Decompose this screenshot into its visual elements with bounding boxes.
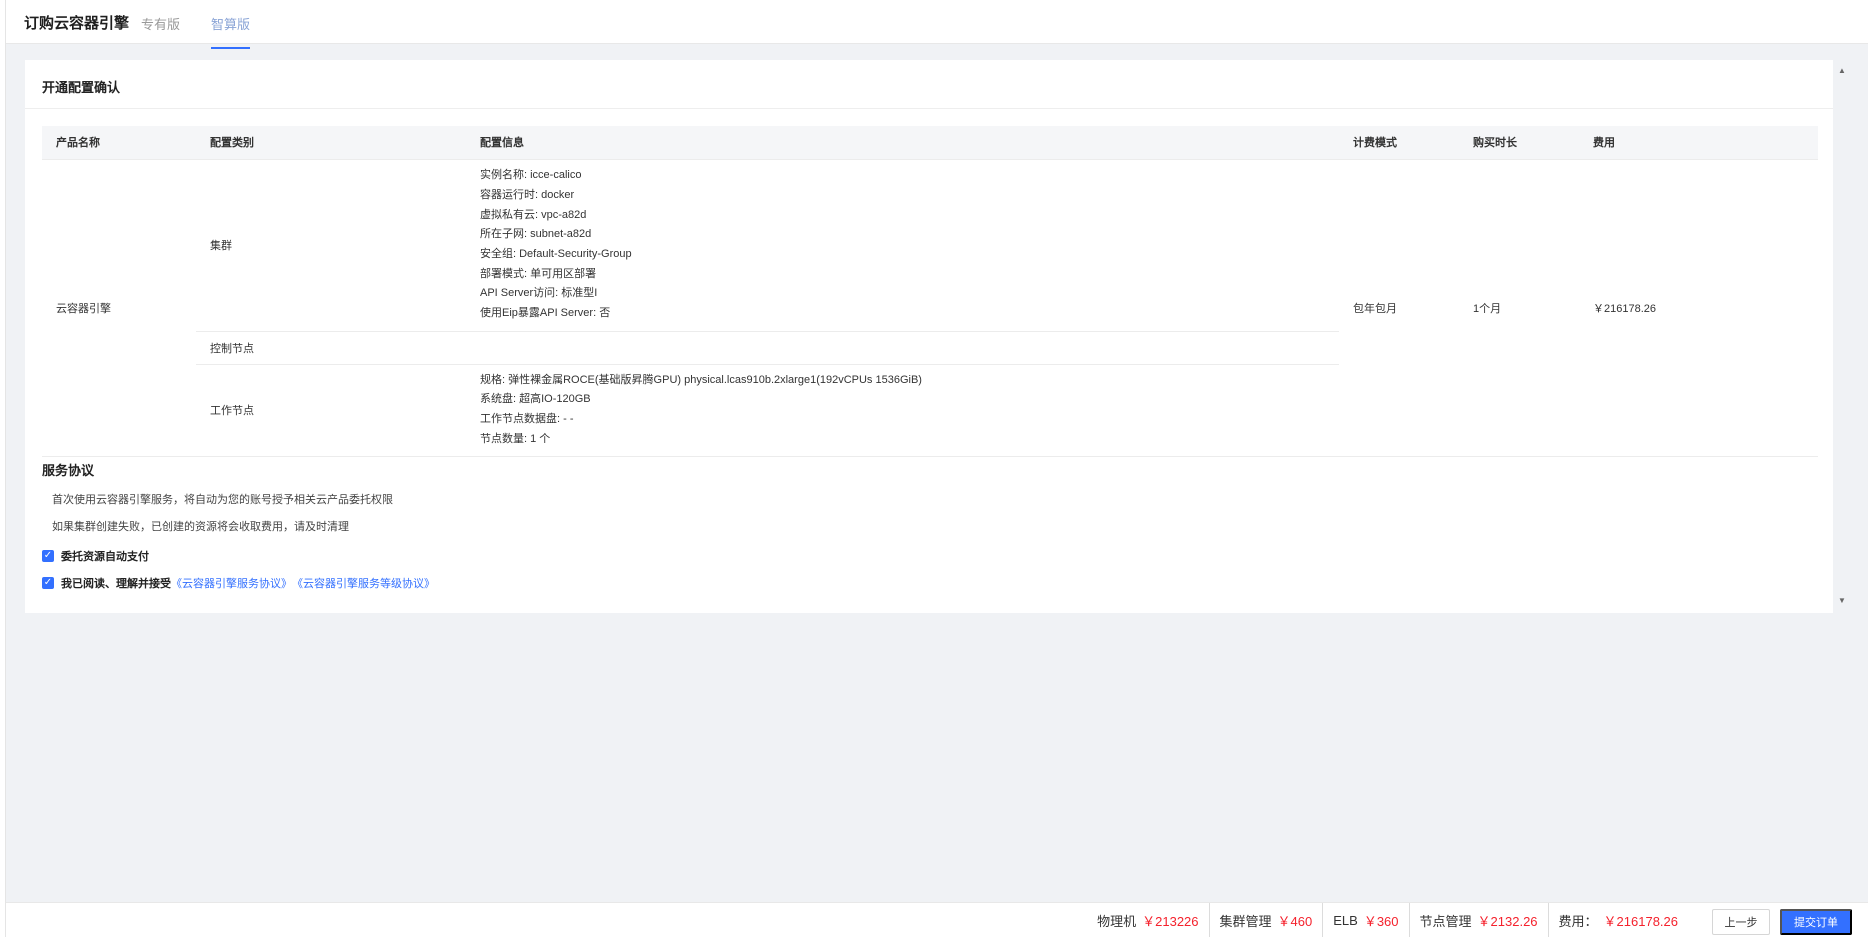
tab-intelligent-compute[interactable]: 智算版 bbox=[211, 14, 251, 49]
col-billing-mode: 计费模式 bbox=[1339, 126, 1459, 160]
page-title: 订购云容器引擎 bbox=[24, 15, 130, 32]
price-item-physical: 物理机 ￥213226 bbox=[1087, 903, 1208, 937]
info-line: 虚拟私有云: vpc-a82d bbox=[480, 208, 587, 221]
info-line: 部署模式: 单可用区部署 bbox=[480, 267, 597, 280]
price-label: 集群管理 bbox=[1219, 914, 1272, 929]
price-item-node-mgmt: 节点管理 ￥2132.26 bbox=[1408, 903, 1548, 937]
scroll-down-arrow-icon[interactable]: ▼ bbox=[1838, 596, 1848, 605]
duration-cell: 1个月 bbox=[1459, 159, 1579, 457]
footer-bar: 物理机 ￥213226 集群管理 ￥460 ELB ￥360 节点管理 ￥213… bbox=[6, 902, 1868, 937]
auto-pay-checkbox-row[interactable]: ✓ 委托资源自动支付 bbox=[42, 548, 149, 564]
col-config-category: 配置类别 bbox=[196, 126, 466, 160]
price-label: 费用： bbox=[1558, 914, 1598, 929]
price-value: ￥2132.26 bbox=[1477, 914, 1538, 929]
info-line: 实例名称: icce-calico bbox=[480, 169, 582, 182]
col-duration: 购买时长 bbox=[1459, 126, 1579, 160]
accept-agreement-label: 我已阅读、理解并接受 bbox=[61, 578, 171, 590]
price-label: ELB bbox=[1333, 913, 1358, 928]
price-item-cluster-mgmt: 集群管理 ￥460 bbox=[1208, 903, 1323, 937]
price-item-total: 费用： ￥216178.26 bbox=[1547, 903, 1688, 937]
col-fee: 费用 bbox=[1579, 126, 1818, 160]
prev-step-button[interactable]: 上一步 bbox=[1712, 909, 1770, 935]
info-line: 规格: 弹性裸金属ROCE(基础版昇腾GPU) physical.lcas910… bbox=[480, 373, 922, 386]
scroll-up-arrow-icon[interactable]: ▲ bbox=[1838, 66, 1848, 75]
price-value: ￥360 bbox=[1363, 914, 1399, 929]
billing-mode-cell: 包年包月 bbox=[1339, 159, 1459, 457]
submit-order-button[interactable]: 提交订单 bbox=[1780, 909, 1852, 935]
info-line: 所在子网: subnet-a82d bbox=[480, 228, 592, 241]
info-line: 安全组: Default-Security-Group bbox=[480, 248, 632, 260]
info-line: 使用Eip暴露API Server: 否 bbox=[480, 307, 611, 320]
price-label: 节点管理 bbox=[1419, 914, 1472, 929]
price-item-elb: ELB ￥360 bbox=[1322, 903, 1408, 937]
price-summary: 物理机 ￥213226 集群管理 ￥460 ELB ￥360 节点管理 ￥213… bbox=[1087, 903, 1688, 937]
top-bar: 订购云容器引擎 专有版 智算版 bbox=[6, 0, 1868, 49]
card-title: 开通配置确认 bbox=[25, 60, 1833, 109]
price-value: ￥460 bbox=[1277, 914, 1313, 929]
control-node-info bbox=[466, 331, 1339, 365]
price-value: ￥216178.26 bbox=[1603, 914, 1678, 929]
agreement-note-1: 首次使用云容器引擎服务，将自动为您的账号授予相关云产品委托权限 bbox=[52, 494, 393, 506]
category-worker-node: 工作节点 bbox=[196, 364, 466, 457]
product-name-cell: 云容器引擎 bbox=[42, 159, 196, 457]
accept-agreement-checkbox-row[interactable]: ✓ 我已阅读、理解并接受 《云容器引擎服务协议》 《云容器引擎服务等级协议》 bbox=[42, 575, 435, 591]
sla-agreement-link[interactable]: 《云容器引擎服务等级协议》 bbox=[292, 575, 435, 591]
info-line: 节点数量: 1 个 bbox=[480, 432, 551, 445]
col-product-name: 产品名称 bbox=[42, 126, 196, 160]
category-control-node: 控制节点 bbox=[196, 331, 466, 365]
col-config-info: 配置信息 bbox=[466, 126, 1339, 160]
accept-agreement-checkbox[interactable]: ✓ bbox=[42, 577, 54, 589]
worker-node-info: 规格: 弹性裸金属ROCE(基础版昇腾GPU) physical.lcas910… bbox=[466, 364, 1339, 457]
info-line: 容器运行时: docker bbox=[480, 188, 575, 201]
service-agreement-link[interactable]: 《云容器引擎服务协议》 bbox=[171, 575, 292, 591]
auto-pay-checkbox[interactable]: ✓ bbox=[42, 550, 54, 562]
config-table: 产品名称 配置类别 配置信息 计费模式 购买时长 费用 云容器引擎 集群 实例名… bbox=[42, 126, 1818, 457]
auto-pay-label: 委托资源自动支付 bbox=[61, 551, 149, 563]
fee-cell: ￥216178.26 bbox=[1579, 159, 1818, 457]
agreement-title: 服务协议 bbox=[42, 463, 95, 478]
info-line: 系统盘: 超高IO-120GB bbox=[480, 393, 591, 406]
info-line: 工作节点数据盘: - - bbox=[480, 413, 574, 425]
price-value: ￥213226 bbox=[1142, 914, 1199, 929]
table-header-row: 产品名称 配置类别 配置信息 计费模式 购买时长 费用 bbox=[42, 126, 1818, 160]
config-confirm-card: 开通配置确认 产品名称 配置类别 配置信息 计费模式 购买时长 费用 云容器引擎… bbox=[25, 60, 1833, 613]
cluster-info: 实例名称: icce-calico 容器运行时: docker 虚拟私有云: v… bbox=[466, 159, 1339, 332]
table-row-cluster: 云容器引擎 集群 实例名称: icce-calico 容器运行时: docker… bbox=[42, 159, 1818, 457]
service-agreement: 服务协议 首次使用云容器引擎服务，将自动为您的账号授予相关云产品委托权限 如果集… bbox=[42, 460, 1822, 590]
category-cluster: 集群 bbox=[196, 159, 466, 332]
left-edge bbox=[0, 0, 6, 937]
tab-dedicated[interactable]: 专有版 bbox=[141, 14, 180, 47]
agreement-note-2: 如果集群创建失败，已创建的资源将会收取费用，请及时清理 bbox=[52, 521, 349, 533]
price-label: 物理机 bbox=[1097, 914, 1137, 929]
info-line: API Server访问: 标准型I bbox=[480, 287, 598, 300]
